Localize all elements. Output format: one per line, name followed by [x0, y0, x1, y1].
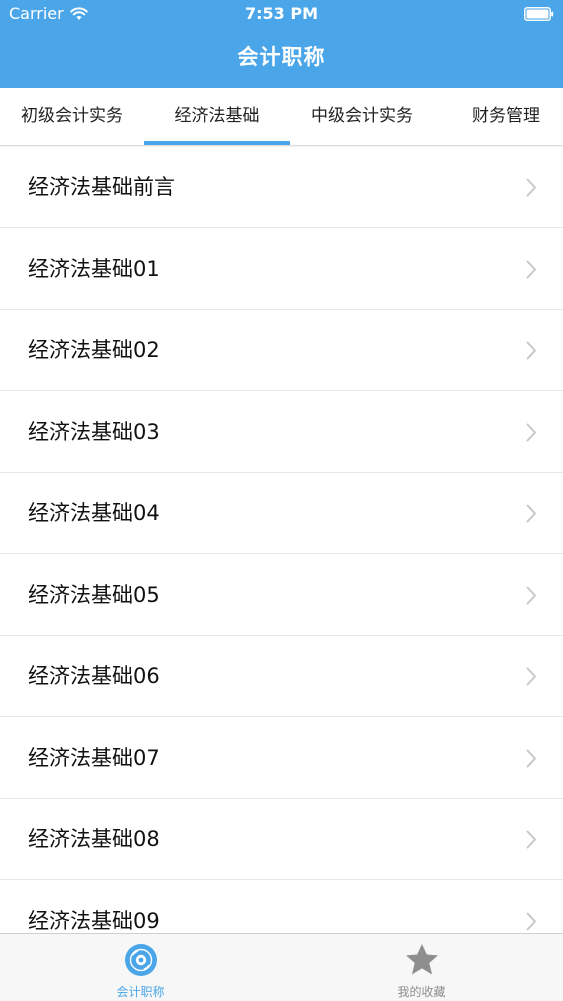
status-bar: Carrier 7:53 PM	[0, 0, 563, 30]
list-item[interactable]: 经济法基础07	[0, 717, 563, 799]
chapter-list[interactable]: 经济法基础前言 经济法基础01 经济法基础02 经济法基础03 经济法基础04 …	[0, 147, 563, 933]
tab-financial-management[interactable]: 财务管理	[434, 88, 563, 145]
tab-elementary-accounting[interactable]: 初级会计实务	[0, 88, 144, 145]
list-item[interactable]: 经济法基础02	[0, 310, 563, 391]
chevron-right-icon	[526, 830, 536, 849]
tabbar-label: 会计职称	[116, 985, 165, 999]
bottom-tab-bar: 会计职称 我的收藏	[0, 933, 563, 1000]
list-item[interactable]: 经济法基础05	[0, 554, 563, 636]
chevron-right-icon	[526, 178, 536, 197]
tab-label: 经济法基础	[174, 106, 260, 126]
list-item-label: 经济法基础06	[28, 664, 160, 688]
app-header: Carrier 7:53 PM 会计职称	[0, 0, 563, 88]
star-icon	[405, 944, 438, 975]
chevron-right-icon	[526, 667, 536, 686]
chevron-right-icon	[526, 423, 536, 441]
list-item-label: 经济法基础07	[28, 745, 160, 770]
list-item[interactable]: 经济法基础08	[0, 799, 563, 880]
tabbar-item-my-favorites[interactable]: 我的收藏	[281, 934, 562, 1001]
battery-icon	[524, 7, 554, 21]
list-item[interactable]: 经济法基础01	[0, 228, 563, 310]
list-item[interactable]: 经济法基础03	[0, 391, 563, 473]
tab-label: 初级会计实务	[21, 106, 123, 126]
list-item-label: 经济法基础08	[28, 827, 160, 851]
list-item[interactable]: 经济法基础前言	[0, 147, 563, 228]
chevron-right-icon	[526, 586, 536, 604]
tab-label: 中级会计实务	[311, 106, 413, 126]
tab-selected-indicator	[144, 141, 290, 145]
chevron-right-icon	[526, 504, 536, 523]
list-item-label: 经济法基础02	[28, 338, 160, 362]
tab-intermediate-accounting[interactable]: 中级会计实务	[290, 88, 434, 145]
tabbar-label: 我的收藏	[397, 985, 446, 999]
list-item-label: 经济法基础04	[28, 501, 160, 525]
list-item[interactable]: 经济法基础04	[0, 473, 563, 554]
chevron-right-icon	[526, 260, 536, 278]
category-tabs: 初级会计实务 经济法基础 中级会计实务 财务管理	[0, 88, 563, 146]
list-item-label: 经济法基础05	[28, 582, 160, 607]
tabbar-item-accounting-titles[interactable]: 会计职称	[0, 934, 281, 1001]
chevron-right-icon	[526, 912, 536, 930]
list-item-label: 经济法基础09	[28, 908, 160, 933]
chevron-right-icon	[526, 341, 536, 360]
tab-economic-law[interactable]: 经济法基础	[144, 88, 290, 145]
list-item[interactable]: 经济法基础06	[0, 636, 563, 717]
status-time: 7:53 PM	[244, 4, 318, 23]
page-title: 会计职称	[237, 45, 326, 69]
list-item-label: 经济法基础前言	[28, 175, 175, 199]
tab-label: 财务管理	[472, 106, 540, 126]
chevron-right-icon	[526, 749, 536, 767]
list-item-label: 经济法基础03	[28, 419, 160, 444]
list-item[interactable]: 经济法基础09	[0, 880, 563, 933]
list-item-label: 经济法基础01	[28, 256, 160, 281]
disc-icon	[124, 944, 157, 976]
